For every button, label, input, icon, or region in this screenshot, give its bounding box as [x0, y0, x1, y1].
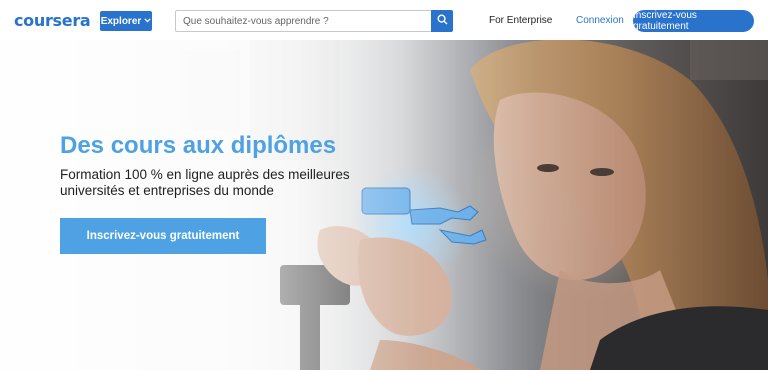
- chevron-down-icon: [144, 17, 151, 25]
- search-input[interactable]: [175, 10, 431, 32]
- search-bar: [175, 10, 453, 32]
- for-enterprise-link[interactable]: For Enterprise: [489, 15, 552, 26]
- login-link[interactable]: Connexion: [576, 15, 624, 26]
- hero-subtitle: Formation 100 % en ligne auprès des meil…: [60, 167, 350, 198]
- search-button[interactable]: [431, 10, 453, 32]
- top-navigation-bar: coursera Explorer For Enterprise Connexi…: [0, 0, 768, 41]
- explore-button[interactable]: Explorer: [100, 11, 152, 31]
- hero-fade-overlay: [0, 40, 768, 370]
- hero-banner: Des cours aux diplômes Formation 100 % e…: [0, 40, 768, 370]
- coursera-logo[interactable]: coursera: [14, 11, 91, 30]
- hero-title: Des cours aux diplômes: [60, 132, 337, 159]
- search-icon: [436, 12, 448, 30]
- hero-signup-button[interactable]: Inscrivez-vous gratuitement: [60, 218, 266, 254]
- explore-label: Explorer: [100, 15, 142, 27]
- signup-button[interactable]: Inscrivez-vous gratuitement: [633, 10, 754, 32]
